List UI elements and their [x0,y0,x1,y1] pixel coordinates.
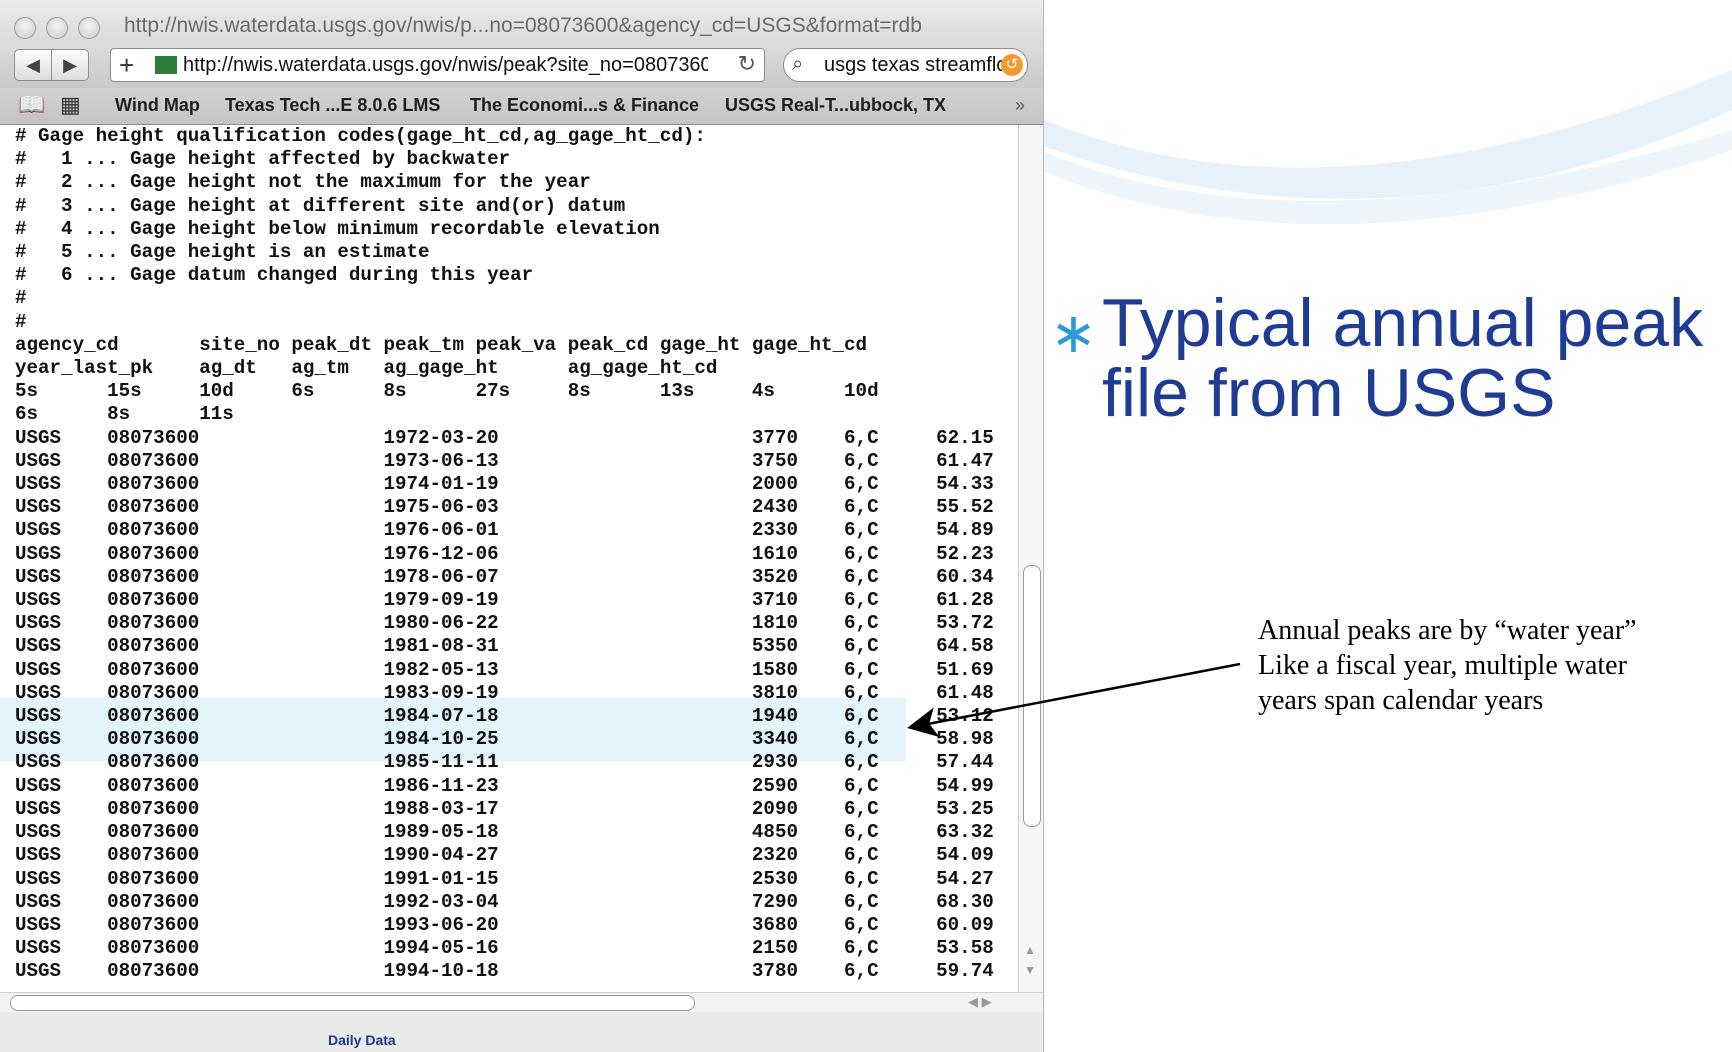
reload-button[interactable]: ↻ [738,51,756,77]
annotation-line: Annual peaks are by “water year” [1258,615,1637,646]
close-window-button[interactable] [14,17,36,39]
bookmark-texas-tech[interactable]: Texas Tech ...E 8.0.6 LMS [225,95,440,116]
forward-button[interactable]: ▶ [51,49,89,81]
back-button[interactable]: ◀ [14,49,52,81]
bookmark-usgs-realtime[interactable]: USGS Real-T...ubbock, TX [725,95,946,116]
url-field[interactable]: http://nwis.waterdata.usgs.gov/nwis/peak… [183,54,708,77]
address-bar[interactable]: + http://nwis.waterdata.usgs.gov/nwis/pe… [110,48,765,82]
vertical-scrollbar[interactable]: ▲ ▼ [1018,125,1043,992]
top-sites-grid-icon[interactable]: ▦ [60,92,81,118]
search-field[interactable]: ⌕ usgs texas streamflow ↺ [783,48,1028,82]
zoom-window-button[interactable] [78,17,100,39]
slide-headline: Typical annual peak file from USGS [1102,285,1704,431]
search-icon: ⌕ [792,53,804,75]
site-favicon-icon [155,56,177,74]
bookmark-economics[interactable]: The Economi...s & Finance [470,95,699,116]
reading-list-icon[interactable]: 📖 [18,92,45,118]
rdb-text-listing: # Gage height qualification codes(gage_h… [15,125,994,983]
water-year-annotation: Annual peaks are by “water year” Like a … [1258,613,1698,718]
decorative-swoosh [1000,70,1732,225]
annotation-line: Like a fiscal year, multiple water [1258,650,1627,681]
status-text: Daily Data [328,1032,396,1048]
browser-toolbar: ◀ ▶ + http://nwis.waterdata.usgs.gov/nwi… [0,44,1043,88]
horizontal-scroll-arrows-icon[interactable]: ◀ ▶ [968,994,992,1010]
search-clear-icon[interactable]: ↺ [1001,54,1023,76]
horizontal-scrollbar[interactable]: ◀ ▶ [0,992,1043,1013]
scroll-up-icon[interactable]: ▲ [1024,943,1036,957]
scroll-down-icon[interactable]: ▼ [1024,963,1036,977]
annotation-line: years span calendar years [1258,685,1544,716]
horizontal-scroll-thumb[interactable] [10,995,695,1011]
browser-window: http://nwis.waterdata.usgs.gov/nwis/p...… [0,0,1044,1052]
status-bar: Daily Data [0,1012,1043,1052]
new-tab-button[interactable]: + [119,49,134,81]
window-title: http://nwis.waterdata.usgs.gov/nwis/p...… [124,14,922,37]
search-input[interactable]: usgs texas streamflow [824,54,1002,77]
bookmarks-overflow-button[interactable]: » [1015,95,1025,116]
page-content: # Gage height qualification codes(gage_h… [0,125,1018,992]
callout-arrow-icon [907,662,1241,738]
bookmark-wind-map[interactable]: Wind Map [115,95,200,116]
minimize-window-button[interactable] [46,17,68,39]
bookmarks-bar: 📖 ▦ Wind Map Texas Tech ...E 8.0.6 LMS T… [0,88,1043,125]
bullet-asterisk-icon: ∗ [1050,301,1097,364]
